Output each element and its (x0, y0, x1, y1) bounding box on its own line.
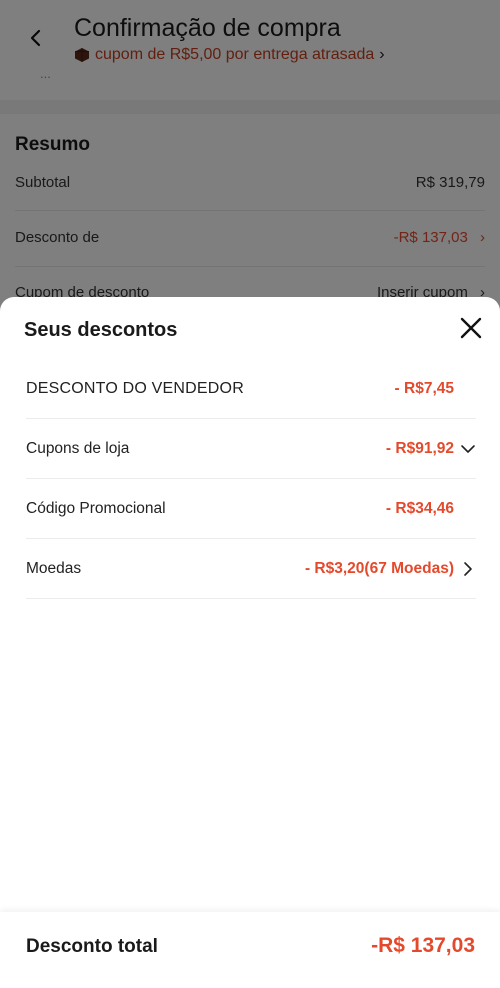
store-coupons-row[interactable]: Cupons de loja - R$91,92 (26, 419, 476, 479)
store-coupons-amount: - R$91,92 (385, 439, 454, 457)
promo-code-label: Código Promocional (26, 499, 166, 517)
coins-label: Moedas (26, 559, 82, 577)
close-button[interactable] (458, 315, 484, 341)
sheet-title: Seus descontos (24, 319, 178, 341)
seller-discount-label: DESCONTO DO VENDEDOR (26, 379, 244, 397)
coins-row[interactable]: Moedas - R$3,20(67 Moedas) (26, 539, 476, 599)
store-coupons-value: - R$91,92 (386, 440, 476, 458)
chevron-down-icon[interactable] (460, 441, 476, 457)
close-icon (460, 317, 482, 339)
chevron-right-icon[interactable] (460, 561, 476, 577)
total-discount-label: Desconto total (26, 936, 158, 957)
coins-value: - R$3,20(67 Moedas) (305, 560, 476, 578)
total-discount-footer: Desconto total -R$ 137,03 (0, 912, 500, 988)
discounts-bottom-sheet: Seus descontos DESCONTO DO VENDEDOR - R$… (0, 297, 500, 988)
total-discount-value: -R$ 137,03 (371, 934, 475, 957)
promo-code-value: - R$34,46 (385, 499, 454, 517)
seller-discount-row: DESCONTO DO VENDEDOR - R$7,45 (26, 359, 476, 419)
store-coupons-label: Cupons de loja (26, 439, 130, 457)
seller-discount-value: - R$7,45 (394, 379, 454, 397)
promo-code-row: Código Promocional - R$34,46 (26, 479, 476, 539)
coins-amount: - R$3,20(67 Moedas) (304, 559, 454, 577)
